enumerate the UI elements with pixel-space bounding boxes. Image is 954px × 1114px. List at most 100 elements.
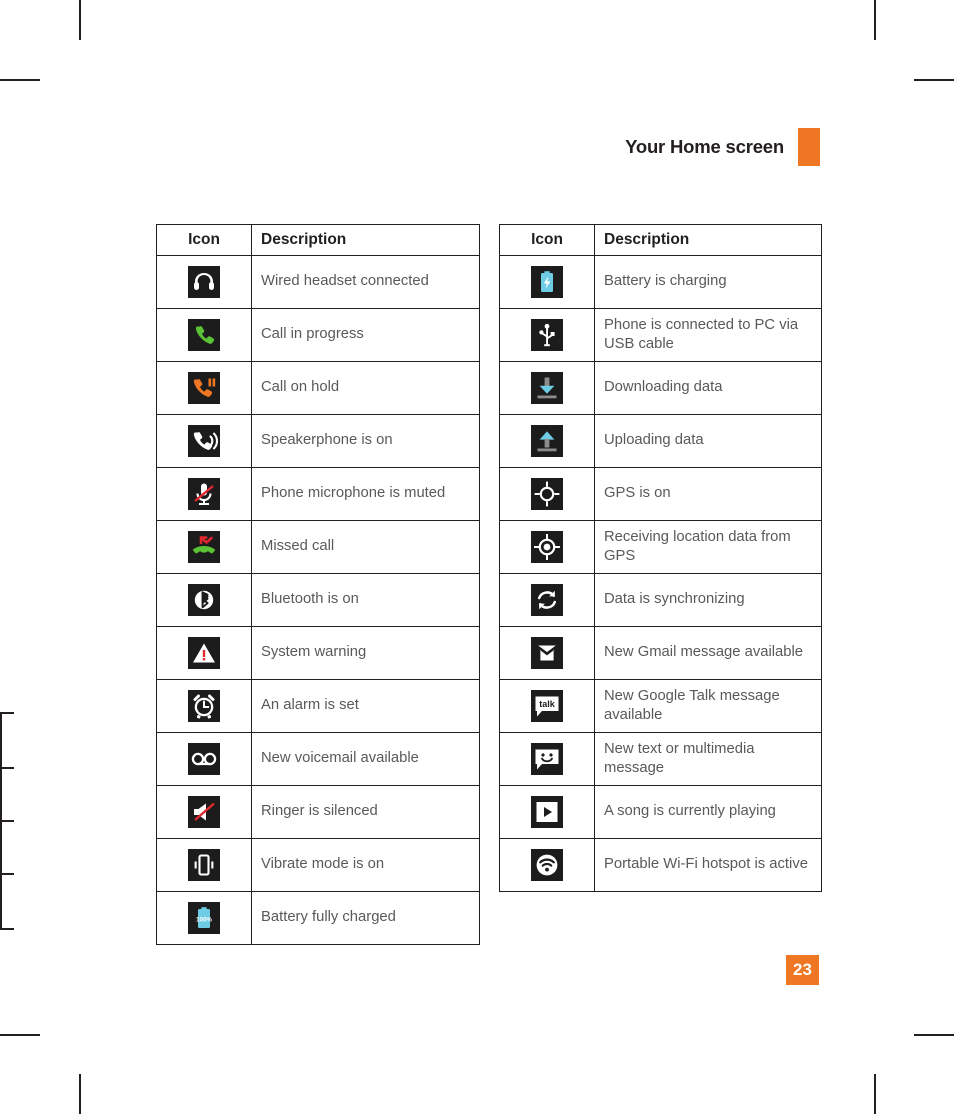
description-cell: Phone is connected to PC via USB cable bbox=[594, 308, 822, 362]
icon-cell bbox=[156, 361, 252, 415]
description-cell: Vibrate mode is on bbox=[251, 838, 480, 892]
page-number-badge: 23 bbox=[786, 955, 819, 985]
column-header-description: Description bbox=[594, 224, 822, 256]
description-cell: A song is currently playing bbox=[594, 785, 822, 839]
table-row: New Gmail message available bbox=[499, 626, 822, 680]
crop-mark-top-left-horizontal bbox=[0, 79, 40, 81]
download-icon bbox=[531, 372, 563, 404]
crop-mark-bottom-right-vertical bbox=[874, 1074, 876, 1114]
svg-text:100%: 100% bbox=[196, 916, 212, 923]
table-row: Downloading data bbox=[499, 361, 822, 415]
table-row: Speakerphone is on bbox=[156, 414, 480, 468]
headset-icon bbox=[188, 266, 220, 298]
table-row: Ringer is silenced bbox=[156, 785, 480, 839]
description-cell: Bluetooth is on bbox=[251, 573, 480, 627]
table-row: Missed call bbox=[156, 520, 480, 574]
thumb-index-tick bbox=[0, 712, 14, 714]
description-cell: GPS is on bbox=[594, 467, 822, 521]
column-header-icon: Icon bbox=[156, 224, 252, 256]
thumb-index-tick bbox=[0, 873, 14, 875]
thumb-index-tabs bbox=[0, 712, 14, 930]
icon-cell bbox=[156, 520, 252, 574]
play-icon bbox=[531, 796, 563, 828]
icon-cell bbox=[499, 732, 595, 786]
table-row: Data is synchronizing bbox=[499, 573, 822, 627]
icon-cell: talk bbox=[499, 679, 595, 733]
battery-charging-icon bbox=[531, 266, 563, 298]
icon-cell bbox=[499, 520, 595, 574]
alarm-clock-icon bbox=[188, 690, 220, 722]
description-cell: Wired headset connected bbox=[251, 255, 480, 309]
bluetooth-icon bbox=[188, 584, 220, 616]
description-cell: New Gmail message available bbox=[594, 626, 822, 680]
description-cell: Downloading data bbox=[594, 361, 822, 415]
table-row: A song is currently playing bbox=[499, 785, 822, 839]
crop-mark-bottom-right-horizontal bbox=[914, 1034, 954, 1036]
description-cell: System warning bbox=[251, 626, 480, 680]
table-row: Receiving location data from GPS bbox=[499, 520, 822, 574]
gps-fix-icon bbox=[531, 531, 563, 563]
usb-icon bbox=[531, 319, 563, 351]
icon-cell bbox=[499, 361, 595, 415]
crop-mark-top-left-vertical bbox=[79, 0, 81, 40]
icon-cell bbox=[156, 785, 252, 839]
icon-cell bbox=[499, 308, 595, 362]
description-cell: New voicemail available bbox=[251, 732, 480, 786]
icon-cell bbox=[156, 732, 252, 786]
icon-cell bbox=[156, 573, 252, 627]
crop-mark-top-right-horizontal bbox=[914, 79, 954, 81]
table-row: Wired headset connected bbox=[156, 255, 480, 309]
description-cell: Uploading data bbox=[594, 414, 822, 468]
table-row: New voicemail available bbox=[156, 732, 480, 786]
table-row: Phone microphone is muted bbox=[156, 467, 480, 521]
table-row: Vibrate mode is on bbox=[156, 838, 480, 892]
description-cell: Battery is charging bbox=[594, 255, 822, 309]
speakerphone-icon bbox=[188, 425, 220, 457]
crop-mark-bottom-left-vertical bbox=[79, 1074, 81, 1114]
icon-cell bbox=[156, 838, 252, 892]
call-on-hold-icon bbox=[188, 372, 220, 404]
crop-mark-bottom-left-horizontal bbox=[0, 1034, 40, 1036]
header-accent-bar bbox=[798, 128, 820, 166]
running-head: Your Home screen bbox=[625, 128, 820, 166]
description-cell: Phone microphone is muted bbox=[251, 467, 480, 521]
status-icon-table-left: Icon Description Wired headset connected… bbox=[156, 224, 480, 945]
ringer-silenced-icon bbox=[188, 796, 220, 828]
table-header-row: Icon Description bbox=[156, 224, 480, 256]
svg-text:talk: talk bbox=[539, 699, 556, 709]
icon-cell bbox=[499, 785, 595, 839]
table-row: Bluetooth is on bbox=[156, 573, 480, 627]
gmail-icon bbox=[531, 637, 563, 669]
thumb-index-tick bbox=[0, 928, 14, 930]
battery-full-icon: 100% bbox=[188, 902, 220, 934]
table-row: 100% Battery fully charged bbox=[156, 891, 480, 945]
description-cell: An alarm is set bbox=[251, 679, 480, 733]
table-body: Wired headset connected Call in progress C… bbox=[156, 255, 480, 945]
description-cell: New Google Talk message available bbox=[594, 679, 822, 733]
table-row: Call on hold bbox=[156, 361, 480, 415]
description-cell: Ringer is silenced bbox=[251, 785, 480, 839]
description-cell: Battery fully charged bbox=[251, 891, 480, 945]
mic-muted-icon bbox=[188, 478, 220, 510]
table-row: Phone is connected to PC via USB cable bbox=[499, 308, 822, 362]
call-in-progress-icon bbox=[188, 319, 220, 351]
icon-cell: 100% bbox=[156, 891, 252, 945]
vibrate-icon bbox=[188, 849, 220, 881]
status-icon-table-right: Icon Description Battery is charging Phon… bbox=[499, 224, 822, 892]
icon-cell bbox=[156, 308, 252, 362]
table-row: System warning bbox=[156, 626, 480, 680]
description-cell: Call on hold bbox=[251, 361, 480, 415]
upload-icon bbox=[531, 425, 563, 457]
description-cell: Data is synchronizing bbox=[594, 573, 822, 627]
description-cell: Receiving location data from GPS bbox=[594, 520, 822, 574]
icon-cell bbox=[156, 414, 252, 468]
icon-cell bbox=[156, 679, 252, 733]
column-header-icon: Icon bbox=[499, 224, 595, 256]
icon-cell bbox=[156, 626, 252, 680]
description-cell: New text or multimedia message bbox=[594, 732, 822, 786]
description-cell: Call in progress bbox=[251, 308, 480, 362]
icon-cell bbox=[499, 255, 595, 309]
thumb-index-tick bbox=[0, 767, 14, 769]
google-talk-icon: talk bbox=[531, 690, 563, 722]
table-row: Uploading data bbox=[499, 414, 822, 468]
